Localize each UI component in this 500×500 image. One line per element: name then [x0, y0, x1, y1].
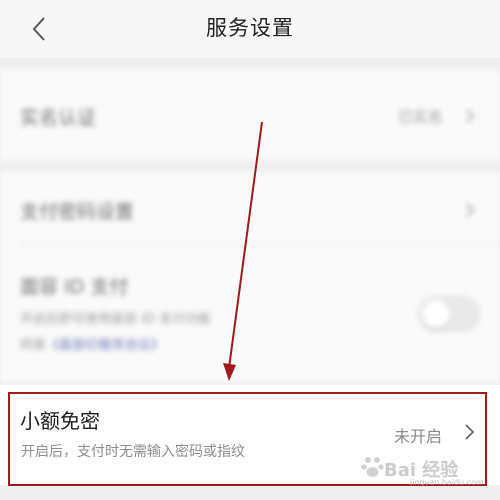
faceid-toggle[interactable]: [418, 296, 480, 332]
small-amount-row[interactable]: 小额免密 开启后，支付时无需输入密码或指纹 未开启: [0, 385, 500, 485]
pay-password-row[interactable]: [0, 172, 500, 244]
service-settings-page: 服务设置 实名认证 已实名 支付密码设置 面容 ID 支付 开启后即可使用面容 …: [0, 0, 500, 500]
toggle-knob: [422, 300, 450, 328]
chevron-right-icon: [465, 424, 475, 440]
small-amount-status: 未开启: [394, 427, 443, 446]
small-amount-label: 小额免密: [20, 409, 100, 433]
realname-row[interactable]: [0, 70, 500, 160]
faceid-agreement-link[interactable]: 《面容ID服务协议》: [46, 338, 164, 353]
faceid-agreement: 同意《面容ID服务协议》: [20, 334, 164, 353]
faceid-label: 面容 ID 支付: [20, 276, 129, 298]
nav-bar: 服务设置: [0, 0, 500, 58]
page-title: 服务设置: [206, 16, 294, 40]
small-amount-desc: 开启后，支付时无需输入密码或指纹: [21, 444, 245, 460]
divider: [20, 244, 500, 245]
agreement-prefix: 同意: [20, 338, 47, 353]
faceid-desc: 开启后即可使用面容 ID 支付功能: [20, 312, 212, 327]
